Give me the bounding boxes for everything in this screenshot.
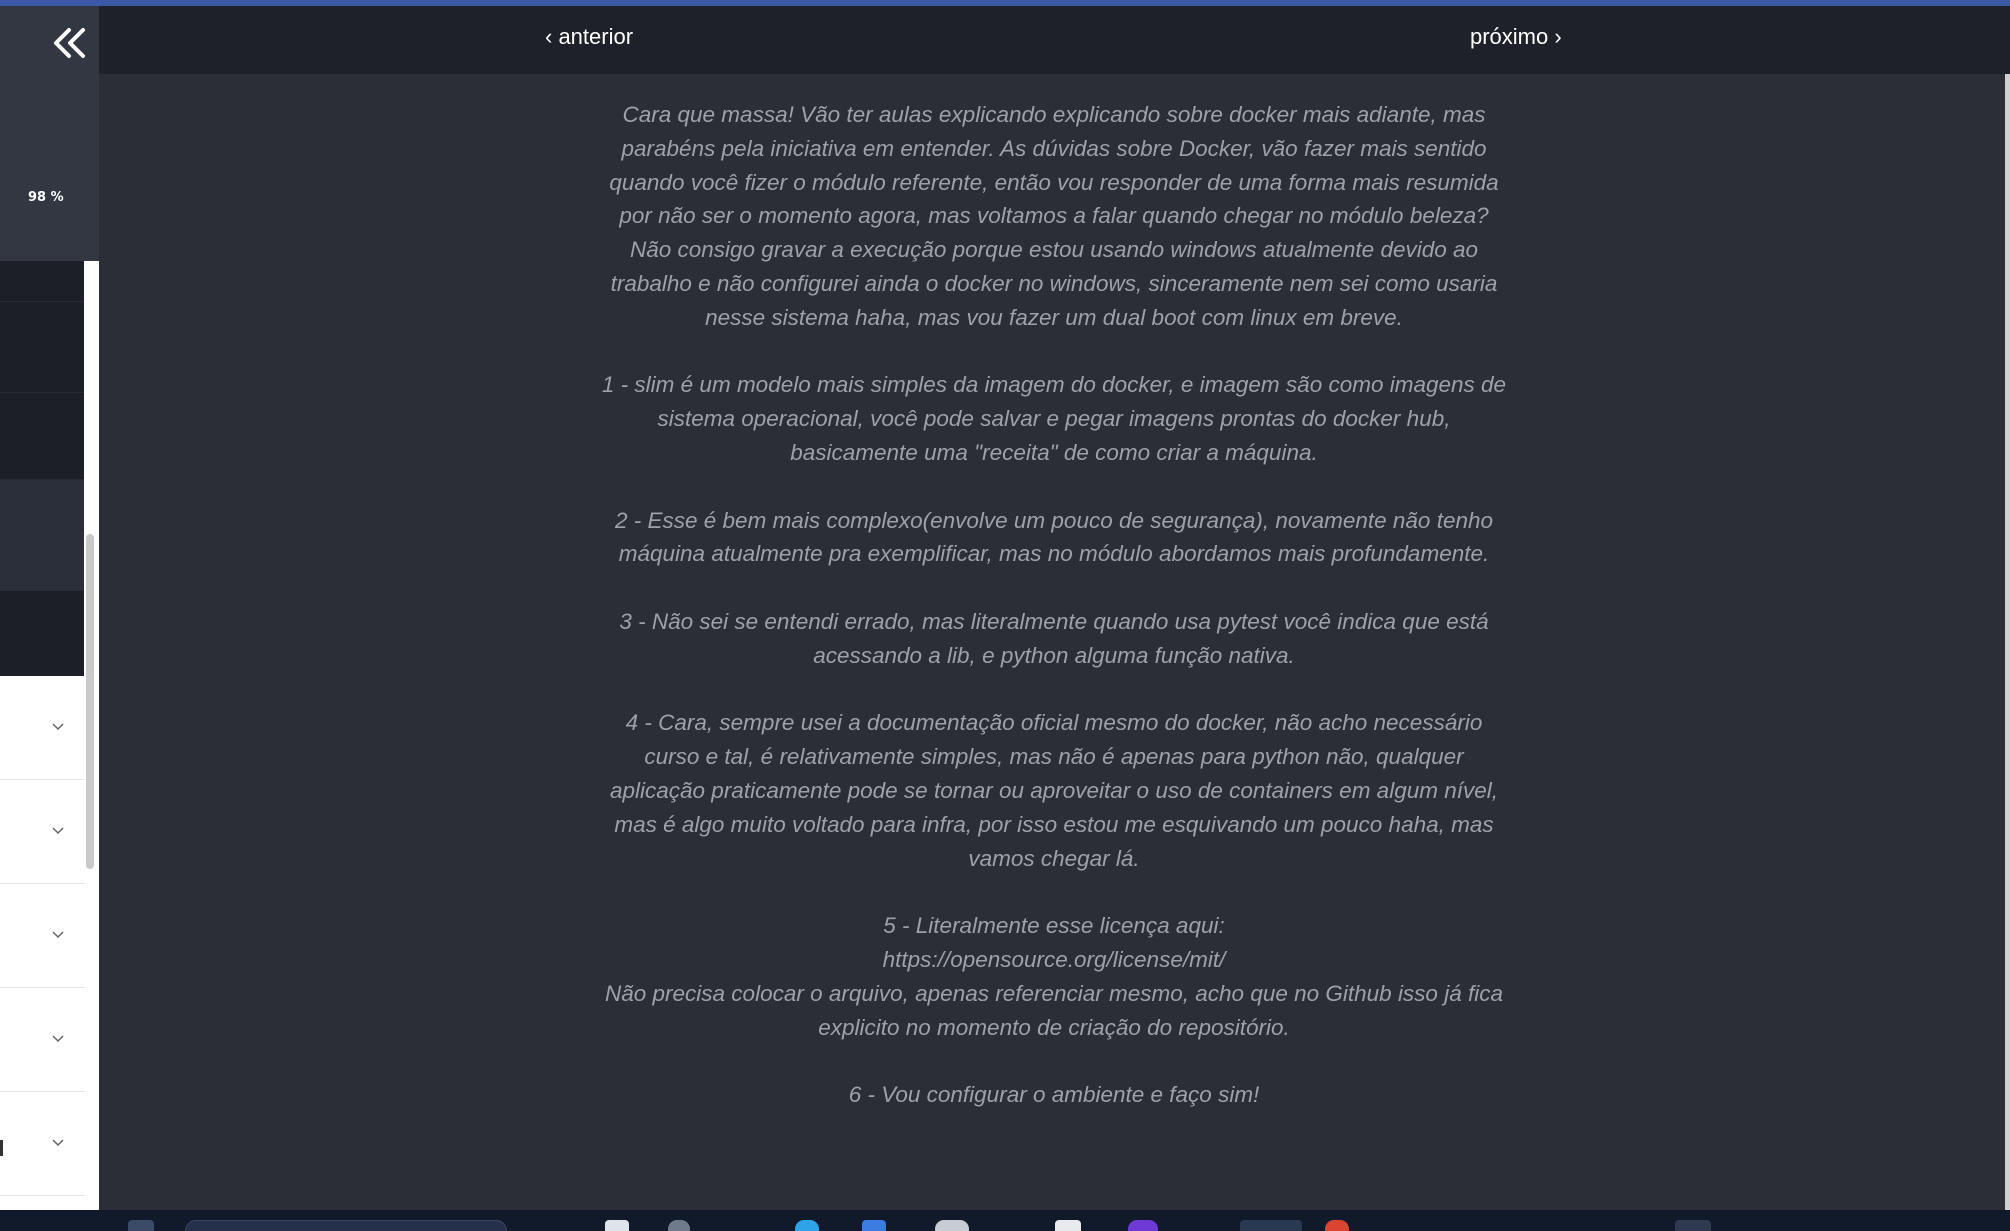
lesson-content-area: Cara que massa! Vão ter aulas explicando… <box>99 74 2005 1210</box>
message-paragraph: 1 - slim é um modelo mais simples da ima… <box>601 372 1507 465</box>
taskbar-tray-icons[interactable] <box>1675 1220 1711 1231</box>
chevron-down-icon <box>52 827 64 835</box>
previous-lesson-link[interactable]: ‹ anterior <box>545 24 633 50</box>
message-paragraph: 3 - Não sei se entendi errado, mas liter… <box>619 608 1489 668</box>
taskbar-active-app[interactable] <box>1240 1220 1302 1231</box>
license-link[interactable]: https://opensource.org/license/mit/ <box>599 943 1509 977</box>
sidebar-module-item[interactable] <box>0 988 84 1092</box>
sidebar-module-item[interactable] <box>0 884 84 988</box>
sidebar-lesson-item[interactable] <box>0 302 84 393</box>
answer-message: Cara que massa! Vão ter aulas explicando… <box>599 98 1509 1146</box>
taskbar-app-icon[interactable] <box>1325 1220 1349 1231</box>
sidebar-lesson-item[interactable] <box>0 393 84 480</box>
message-paragraph: 2 - Esse é bem mais complexo(envolve um … <box>615 507 1493 567</box>
sidebar-module-item[interactable] <box>0 1092 84 1196</box>
chevron-down-icon <box>52 931 64 939</box>
message-line: 5 - Literalmente esse licença aqui: <box>883 913 1225 939</box>
taskbar-mail-icon[interactable] <box>1055 1220 1081 1231</box>
taskbar-app-icon[interactable] <box>668 1220 690 1231</box>
taskbar-widgets-icon[interactable] <box>128 1220 154 1231</box>
message-paragraph: 6 - Vou configurar o ambiente e faço sim… <box>848 1082 1260 1108</box>
chevron-down-icon <box>52 1139 64 1147</box>
sidebar-lesson-item[interactable] <box>0 480 84 591</box>
page-scrollbar-thumb[interactable] <box>2005 74 2010 1210</box>
course-progress-percent: 98 % <box>28 190 64 205</box>
os-taskbar <box>0 1210 2010 1231</box>
chevron-down-icon <box>52 1035 64 1043</box>
collapse-sidebar-button[interactable] <box>50 24 90 64</box>
taskbar-store-icon[interactable] <box>862 1220 886 1231</box>
sidebar-lesson-item[interactable] <box>0 261 84 302</box>
next-lesson-link[interactable]: próximo › <box>1470 24 1562 50</box>
sidebar-header: 98 % <box>0 6 99 261</box>
taskbar-app-icon[interactable] <box>1128 1220 1158 1231</box>
taskbar-search-box[interactable] <box>185 1220 507 1231</box>
sidebar-module-item[interactable] <box>0 676 84 780</box>
double-chevron-left-icon <box>54 28 85 58</box>
chevron-down-icon <box>52 723 64 731</box>
taskbar-app-icon[interactable] <box>935 1220 969 1231</box>
lesson-navigation-bar: ‹ anterior próximo › <box>99 6 2010 74</box>
sidebar-lesson-item[interactable] <box>0 591 84 677</box>
current-module-marker <box>0 1140 3 1156</box>
sidebar-scrollbar-thumb[interactable] <box>86 534 94 869</box>
taskbar-edge-icon[interactable] <box>795 1220 819 1231</box>
message-paragraph: Não precisa colocar o arquivo, apenas re… <box>605 980 1503 1040</box>
message-paragraph: 4 - Cara, sempre usei a documentação ofi… <box>609 710 1498 871</box>
taskbar-file-icon[interactable] <box>605 1220 629 1231</box>
course-sidebar: 98 % <box>0 6 99 1217</box>
sidebar-module-item[interactable] <box>0 780 84 884</box>
message-paragraph: Cara que massa! Vão ter aulas explicando… <box>609 102 1499 330</box>
